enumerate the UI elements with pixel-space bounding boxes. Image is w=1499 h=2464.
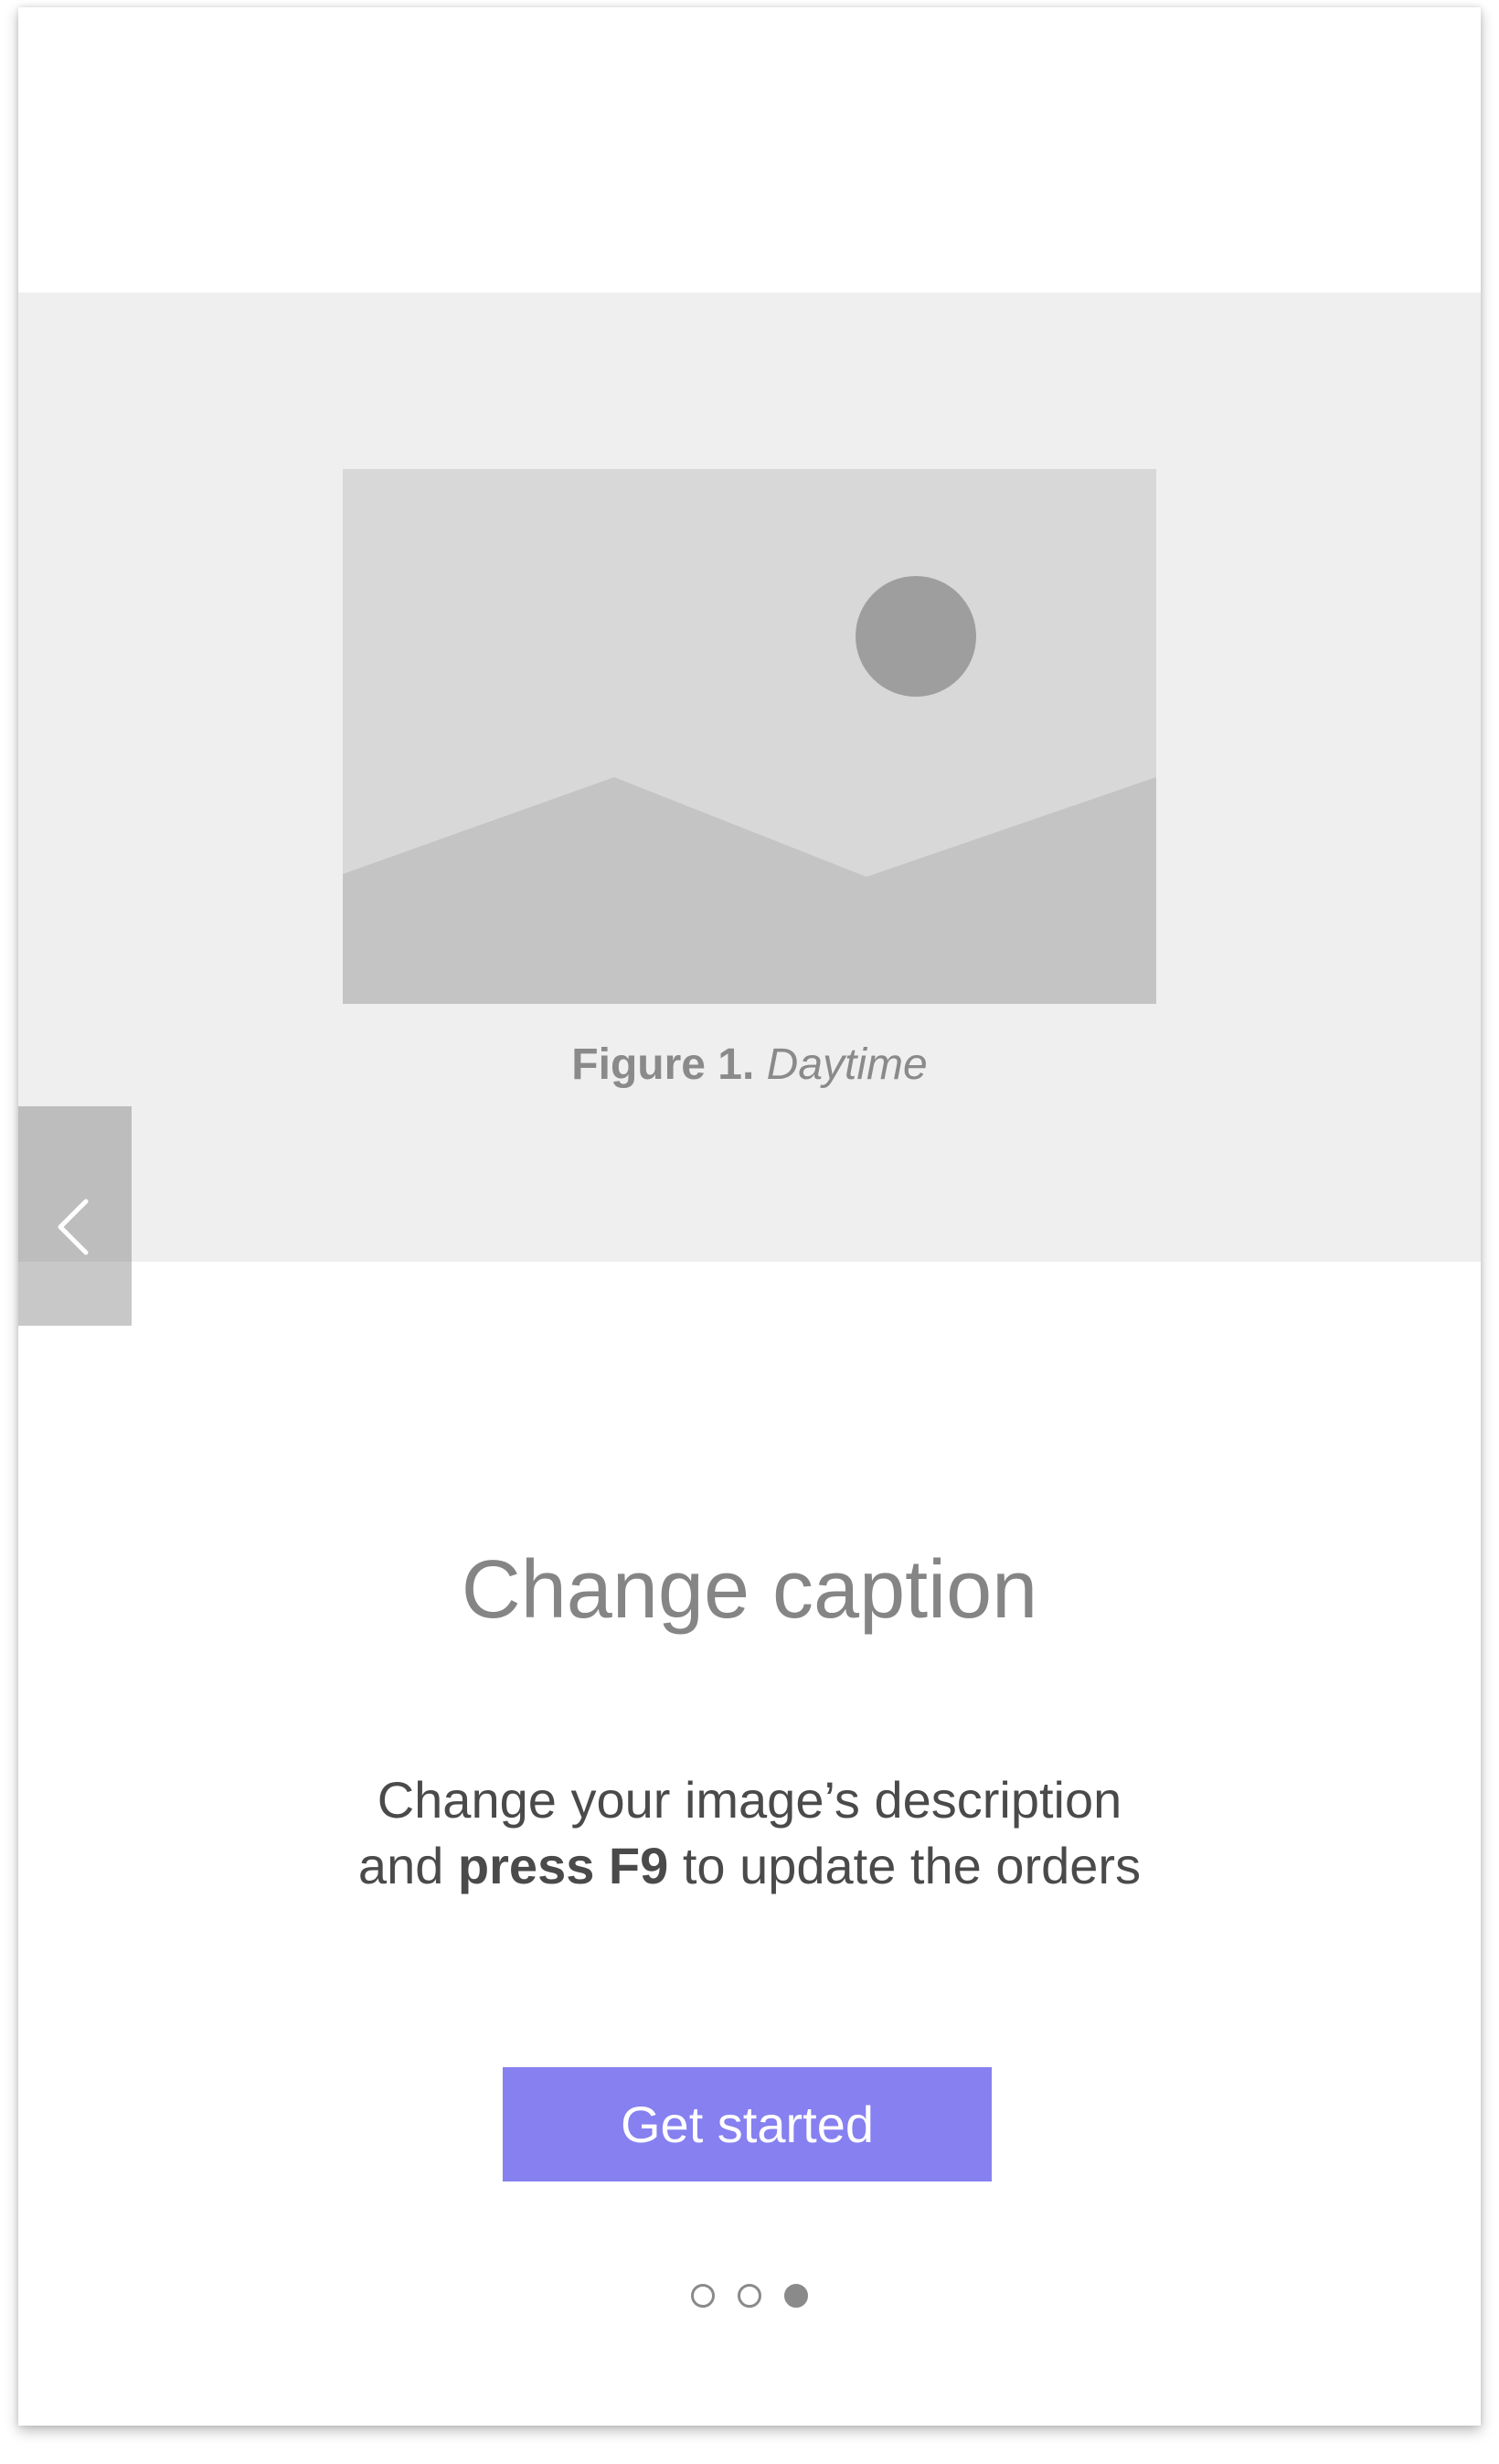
pagination-dot-1[interactable] (691, 2284, 715, 2308)
figure-label: Figure 1. (571, 1040, 755, 1089)
figure-caption: Figure 1. Daytime (18, 1040, 1481, 1090)
description-shortcut: press F9 (457, 1837, 669, 1894)
get-started-button[interactable]: Get started (503, 2067, 992, 2181)
hero-area: Figure 1. Daytime (18, 293, 1481, 1262)
pagination-dot-2[interactable] (738, 2284, 761, 2308)
pagination-dot-3[interactable] (784, 2284, 808, 2308)
figure-name: Daytime (766, 1040, 928, 1089)
chevron-left-icon (58, 1199, 89, 1255)
page-title: Change caption (461, 1544, 1038, 1636)
description: Change your image’s description and pres… (18, 1767, 1481, 1899)
placeholder-sun (856, 576, 976, 697)
previous-button[interactable] (18, 1106, 132, 1326)
pagination-dots (18, 2284, 1481, 2308)
description-line-2-prefix: and (357, 1837, 458, 1894)
onboarding-card: Figure 1. Daytime Change caption Change … (18, 7, 1481, 2426)
description-line-2: and press F9 to update the orders (18, 1833, 1481, 1899)
image-placeholder-icon (343, 469, 1156, 1004)
description-line-2-suffix: to update the orders (668, 1837, 1142, 1894)
description-line-1: Change your image’s description (377, 1771, 1122, 1829)
